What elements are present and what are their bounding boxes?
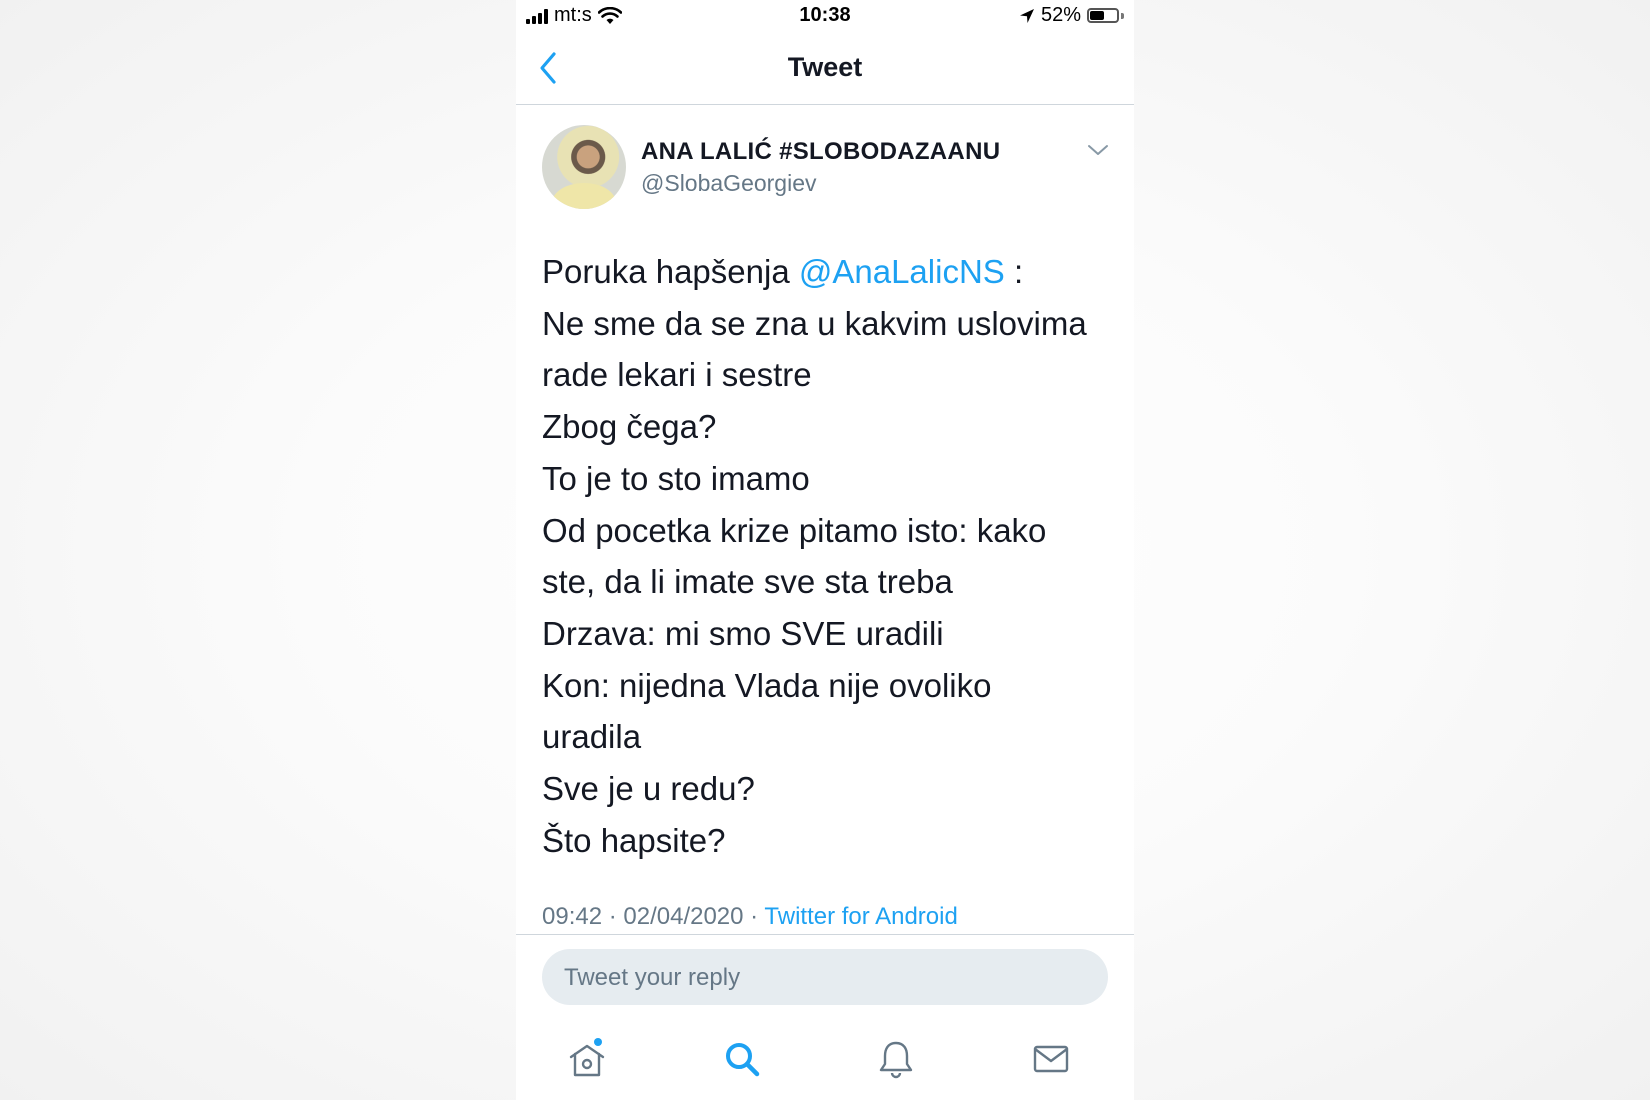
notifications-icon[interactable] bbox=[874, 1037, 918, 1081]
reply-input[interactable]: Tweet your reply bbox=[542, 949, 1108, 1005]
tweet-line: Sve je u redu? bbox=[542, 770, 755, 808]
tweet-source-link[interactable]: Twitter for Android bbox=[764, 903, 957, 930]
battery-percent: 52% bbox=[1040, 4, 1081, 26]
battery-icon bbox=[1087, 8, 1119, 23]
tweet-line: Kon: nijedna Vlada nije ovoliko bbox=[542, 666, 992, 704]
status-bar: mt:s 10:38 52% bbox=[516, 0, 1134, 32]
nav-bar: Tweet bbox=[516, 32, 1134, 105]
tweet-line: ste, da li imate sve sta treba bbox=[542, 563, 953, 601]
tweet-line: Zbog čega? bbox=[542, 408, 717, 446]
author-name[interactable]: ANA LALIĆ #SLOBODAZAANU bbox=[641, 138, 1000, 166]
tweet-text: Poruka hapšenja @AnaLalicNS : Ne sme da … bbox=[542, 246, 1112, 866]
phone-screen: mt:s 10:38 52% Tweet ANA LALIĆ #SLOBODAZ… bbox=[516, 0, 1134, 1100]
tweet-timestamp: 09:42 · 02/04/2020 · bbox=[542, 903, 765, 930]
tweet-meta: 09:42 · 02/04/2020 · Twitter for Android bbox=[542, 903, 958, 931]
tweet-line: Od pocetka krize pitamo isto: kako bbox=[542, 511, 1047, 549]
author-handle[interactable]: @SlobaGeorgiev bbox=[641, 170, 817, 197]
home-icon[interactable] bbox=[565, 1037, 609, 1081]
tweet-text-segment: Poruka hapšenja bbox=[542, 253, 799, 290]
messages-icon[interactable] bbox=[1029, 1037, 1073, 1081]
tweet-line: Što hapsite? bbox=[542, 821, 726, 859]
tweet-text-segment: : bbox=[1004, 253, 1024, 290]
battery-fill bbox=[1090, 11, 1104, 20]
tweet-line: uradila bbox=[542, 718, 642, 756]
tweet-line: Drzava: mi smo SVE uradili bbox=[542, 614, 944, 652]
page-title: Tweet bbox=[787, 52, 863, 82]
status-right: 52% bbox=[1019, 4, 1124, 27]
location-arrow-icon bbox=[1019, 8, 1034, 23]
reply-placeholder: Tweet your reply bbox=[564, 964, 741, 991]
search-icon[interactable] bbox=[720, 1037, 764, 1081]
tweet-line: rade lekari i sestre bbox=[542, 356, 812, 394]
tweet-line: Poruka hapšenja @AnaLalicNS : bbox=[542, 246, 1112, 298]
battery-tip bbox=[1121, 12, 1124, 19]
tweet-line: Ne sme da se zna u kakvim uslovima bbox=[542, 304, 1087, 342]
avatar[interactable] bbox=[542, 125, 626, 209]
mention-link[interactable]: @AnaLalicNS bbox=[799, 253, 1005, 290]
divider bbox=[516, 934, 1134, 935]
chevron-down-icon[interactable] bbox=[1086, 142, 1110, 158]
tweet-line: To je to sto imamo bbox=[542, 459, 810, 497]
